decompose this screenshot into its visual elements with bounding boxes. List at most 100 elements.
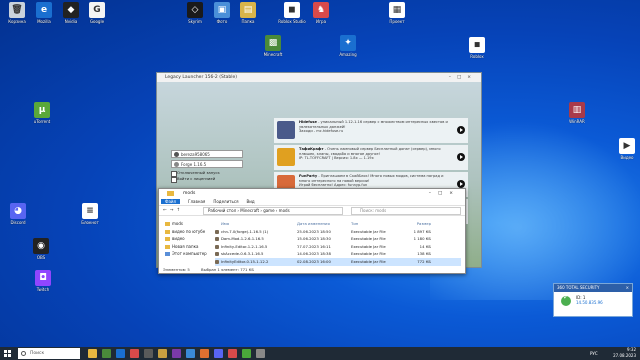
version-select[interactable]: Forge 1.16.5	[171, 160, 243, 168]
taskbar-app-icon[interactable]	[186, 349, 195, 358]
file-date: 15.06.2023 18:30	[297, 236, 331, 242]
app-icon: 🗑	[9, 2, 25, 18]
app-icon: ◆	[63, 2, 79, 18]
language-indicator[interactable]: РУС	[590, 347, 598, 360]
server-text: - уникальный 1.12-1.16 сервер с множеств…	[299, 120, 448, 129]
app-icon: ▶	[619, 138, 635, 154]
file-row[interactable]: InfinityEditor-0.15-1.12.2 02.08.2023 16:…	[215, 257, 461, 266]
close-icon[interactable]: ×	[626, 284, 629, 292]
windows-start-icon[interactable]	[4, 350, 11, 357]
server-logo-icon	[277, 148, 295, 166]
desktop-icon[interactable]: e Mozilla	[29, 2, 59, 32]
desktop-icon[interactable]: ◉ OBS	[26, 238, 56, 268]
explorer-title: mods	[183, 191, 196, 196]
desktop-icon[interactable]: ◇ Skyrim	[180, 2, 210, 32]
app-icon: ▩	[265, 35, 281, 51]
app-icon: ◾	[469, 37, 485, 53]
file-date: 14.06.2023 18:38	[297, 251, 331, 257]
taskbar-app-icon[interactable]	[256, 349, 265, 358]
explorer-titlebar[interactable]: mods –□×	[159, 189, 465, 198]
file-row[interactable]: Infinity-Editor-1.2-1.16.5 27.07.2023 16:…	[215, 243, 461, 251]
taskbar-app-icon[interactable]	[144, 349, 153, 358]
tab-file[interactable]: Файл	[161, 199, 181, 204]
user-icon	[174, 152, 179, 157]
chevron-down-icon	[174, 162, 179, 167]
desktop-icon[interactable]: 🗑 Корзина	[2, 2, 32, 32]
path-input[interactable]: Рабочий стол › Minecraft › game › mods	[203, 207, 343, 215]
file-size: 1 897 КБ	[413, 228, 431, 234]
app-icon: ◉	[33, 238, 49, 254]
taskbar-app-icon[interactable]	[116, 349, 125, 358]
desktop-icon-label: WinRAR	[569, 119, 585, 124]
desktop-icon-label: Mozilla	[37, 19, 51, 24]
nav-arrows-icon[interactable]: ←→↑	[163, 208, 183, 213]
taskbar-search[interactable]: Поиск	[18, 348, 80, 359]
sidebar-item-youtube[interactable]: видео по ютубе	[163, 228, 207, 236]
desktop-icon[interactable]: ◼ Roblox Studio	[277, 2, 307, 32]
desktop-icon[interactable]: ✦ Amazing	[333, 35, 363, 65]
search-input[interactable]: Поиск: mods	[351, 207, 461, 215]
desktop-icon[interactable]: ≡ Блокнот	[75, 203, 105, 233]
app-icon: µ	[34, 102, 50, 118]
app-icon: ◘	[35, 270, 51, 286]
window-controls-icon[interactable]: –□×	[449, 73, 477, 82]
file-row[interactable]: skAccede-0.6.3-1.16.5 14.06.2023 18:38 Exe…	[215, 250, 461, 258]
desktop-icon[interactable]: µ uTorrent	[27, 102, 57, 132]
security-notification[interactable]: 360 TOTAL SECURITY × ID: 1 14.50.835.96	[553, 283, 633, 317]
launcher-titlebar[interactable]: Legacy Launcher 156-2 (Stable) –□×	[157, 73, 481, 82]
col-date[interactable]: Дата изменения	[297, 220, 351, 228]
sidebar-item-this-pc[interactable]: Этот компьютер	[163, 250, 207, 258]
explorer-window[interactable]: mods –□× Файл Главная Поделиться Вид ←→↑ Ра…	[158, 188, 466, 274]
desktop-icon[interactable]: G Google	[82, 2, 112, 32]
clock[interactable]: 9:32 27.08.2023	[613, 347, 636, 360]
col-size[interactable]: Размер	[391, 220, 431, 228]
tab-share[interactable]: Поделиться	[213, 199, 238, 204]
license-checkbox[interactable]: Войти с лицензией	[171, 176, 243, 183]
tab-view[interactable]: Вид	[246, 199, 254, 204]
play-icon[interactable]	[457, 180, 465, 188]
desktop-icon[interactable]: ♞ Игра	[306, 2, 336, 32]
server-card[interactable]: Hidefuse - уникальный 1.12-1.16 сервер с…	[274, 118, 468, 143]
server-text: - Приглашаем в СкайБлок! Много новых мод…	[299, 174, 444, 183]
taskbar-app-icon[interactable]	[88, 349, 97, 358]
window-controls-icon[interactable]: –□×	[429, 189, 460, 198]
sidebar-item-video[interactable]: видео	[163, 235, 207, 243]
desktop-icon[interactable]: ▥ WinRAR	[562, 102, 592, 132]
launcher-title: Legacy Launcher 156-2 (Stable)	[165, 75, 237, 80]
col-name[interactable]: Имя	[215, 220, 297, 228]
taskbar-app-icon[interactable]	[158, 349, 167, 358]
desktop-icon-label: Discord	[10, 220, 26, 225]
desktop-icon[interactable]: ▤ Папка	[233, 2, 263, 32]
taskbar-app-icon[interactable]	[130, 349, 139, 358]
desktop-icon[interactable]: ◘ Twitch	[28, 270, 58, 300]
sidebar-item-mods[interactable]: mods	[163, 220, 207, 228]
taskbar-app-icon[interactable]	[200, 349, 209, 358]
desktop-icon[interactable]: ▶ Видео	[612, 138, 640, 168]
username-field[interactable]: bereza958065	[171, 150, 243, 158]
taskbar-app-icon[interactable]	[228, 349, 237, 358]
server-card[interactable]: ТафиКрафт - Очень ламповый сервер Беспла…	[274, 145, 468, 170]
tab-home[interactable]: Главная	[188, 199, 205, 204]
col-type[interactable]: Тип	[351, 220, 391, 228]
app-icon: G	[89, 2, 105, 18]
clock-date: 27.08.2023	[613, 353, 636, 358]
desktop-icon[interactable]: ◾ Roblox	[462, 37, 492, 67]
file-row[interactable]: chn-7.0(forge)-1.16.5 (1) 25.06.2023 18:5…	[215, 228, 461, 236]
desktop-icon-label: Игра	[315, 19, 327, 24]
app-icon: ◼	[284, 2, 300, 18]
app-icon: ✦	[340, 35, 356, 51]
taskbar-app-icon[interactable]	[214, 349, 223, 358]
file-type: Executable Jar File	[351, 236, 386, 242]
taskbar-app-icon[interactable]	[102, 349, 111, 358]
server-name: ТафиКрафт	[299, 147, 324, 151]
taskbar-app-icon[interactable]	[242, 349, 251, 358]
file-row[interactable]: Dam-Mod-1.2.6-1.16.5 15.06.2023 18:30 Exec…	[215, 235, 461, 243]
nav-pane: mods видео по ютубе видео Новая папка Эт…	[163, 220, 207, 258]
sidebar-item-new-folder[interactable]: Новая папка	[163, 243, 207, 251]
play-icon[interactable]	[457, 126, 465, 134]
taskbar-app-icon[interactable]	[172, 349, 181, 358]
play-icon[interactable]	[457, 153, 465, 161]
desktop-icon[interactable]: ▩ Minecraft	[258, 35, 288, 65]
desktop-icon[interactable]: ◕ Discord	[3, 203, 33, 233]
desktop-icon[interactable]: ▦ Проект	[382, 2, 412, 32]
